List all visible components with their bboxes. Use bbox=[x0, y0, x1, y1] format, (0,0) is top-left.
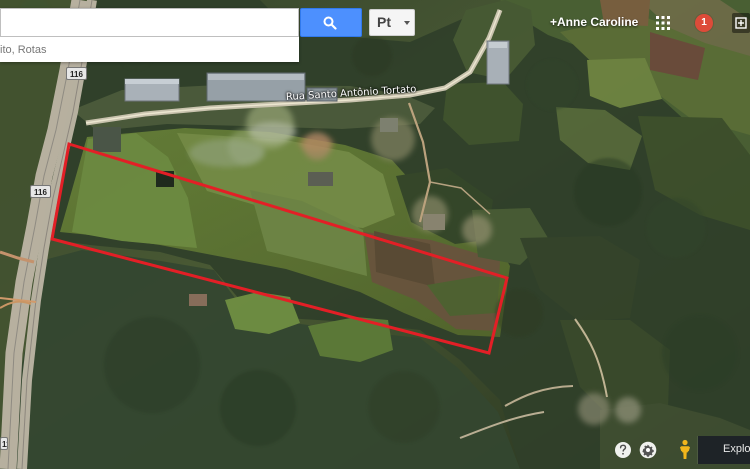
search-panel: ito, Rotas bbox=[0, 8, 299, 62]
highway-shield: 116 bbox=[66, 67, 87, 80]
share-button[interactable] bbox=[732, 13, 750, 33]
highway-shield: 116 bbox=[30, 185, 51, 198]
search-input[interactable] bbox=[0, 8, 299, 37]
language-dropdown[interactable]: Pt bbox=[369, 9, 415, 36]
map-image[interactable] bbox=[0, 0, 750, 469]
pegman-icon[interactable] bbox=[678, 439, 692, 460]
gear-icon[interactable] bbox=[639, 441, 657, 459]
search-icon bbox=[323, 16, 337, 30]
apps-grid-icon[interactable] bbox=[656, 16, 670, 30]
satellite-map[interactable]: Rua Santo Antônio Tortato 116 116 116 bbox=[0, 0, 750, 469]
search-hint: ito, Rotas bbox=[0, 44, 47, 56]
explore-button[interactable]: Explo bbox=[698, 436, 750, 464]
account-link[interactable]: +Anne Caroline bbox=[550, 15, 638, 29]
explore-label: Explo bbox=[723, 443, 750, 455]
notifications-badge[interactable]: 1 bbox=[695, 14, 713, 32]
help-icon[interactable] bbox=[614, 441, 632, 459]
search-button[interactable] bbox=[300, 8, 362, 37]
language-selected-value: Pt bbox=[377, 14, 391, 30]
share-icon bbox=[735, 17, 747, 29]
chevron-down-icon bbox=[404, 21, 410, 25]
highway-shield: 116 bbox=[0, 437, 8, 450]
